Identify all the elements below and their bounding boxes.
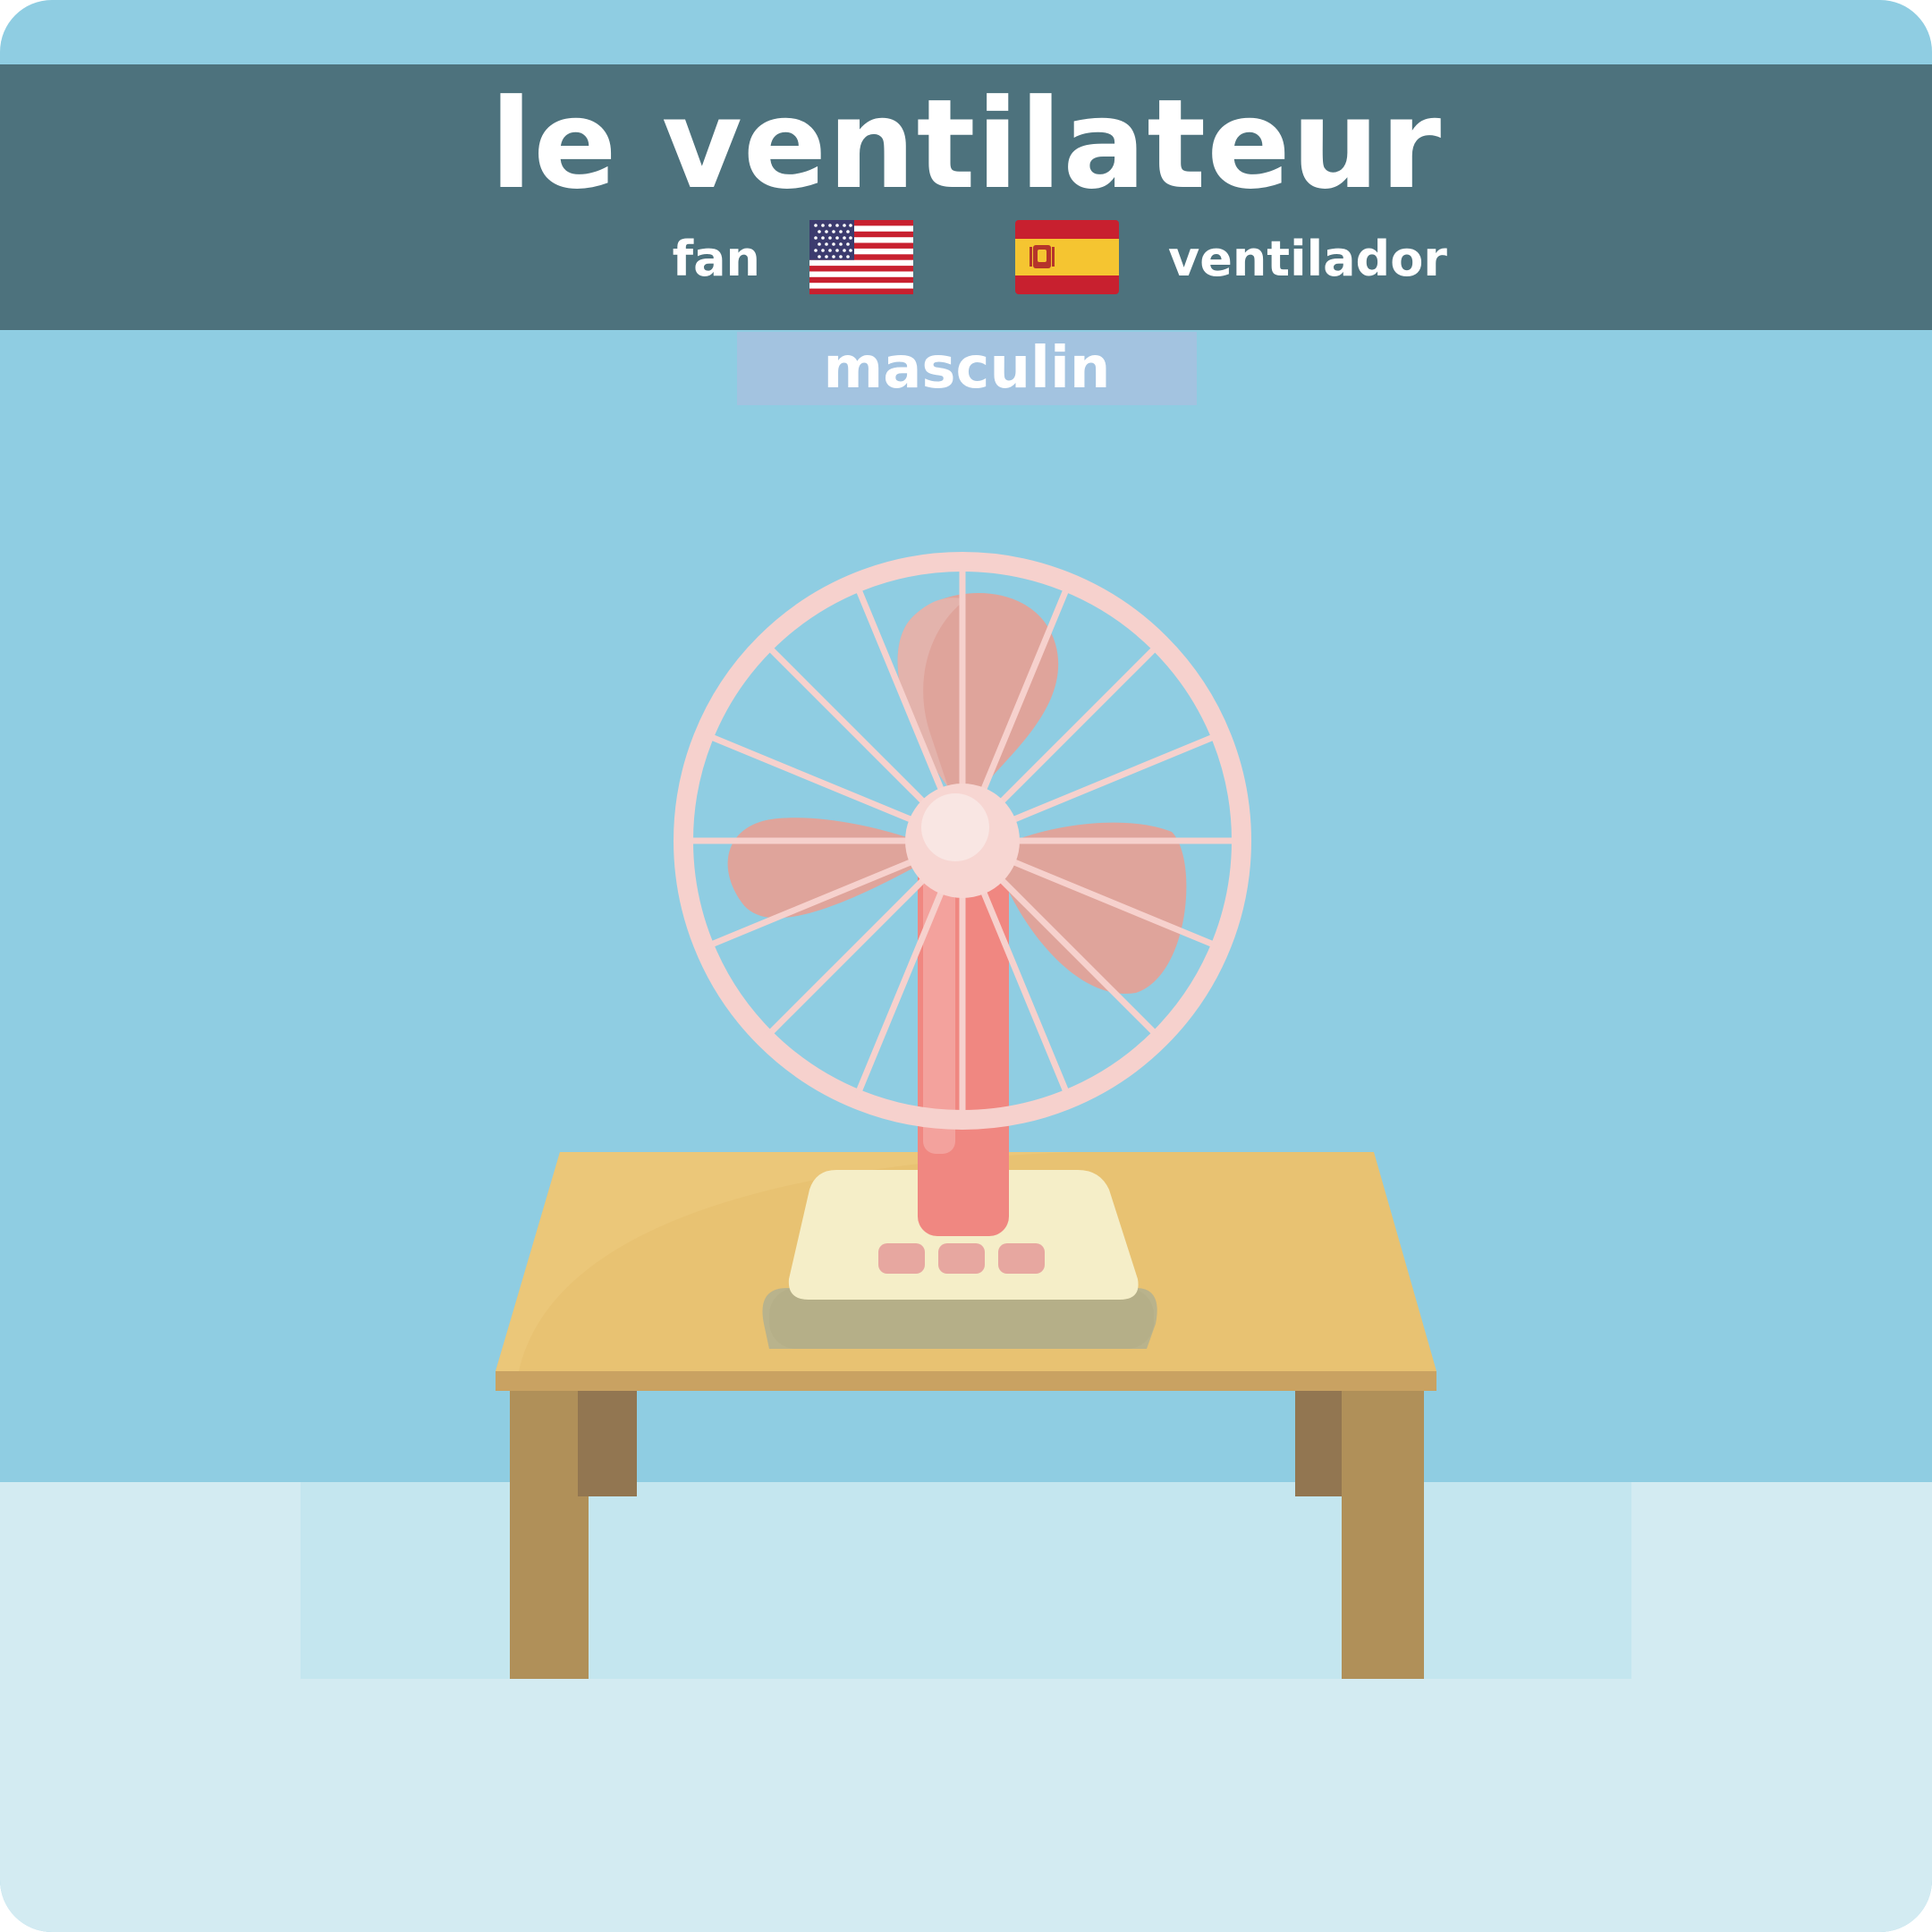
word-title: le ventilateur <box>489 72 1443 216</box>
translation-english: fan <box>672 231 760 287</box>
us-flag-icon <box>809 220 913 294</box>
flashcard: le ventilateur fan ventilador masculin <box>0 0 1932 1932</box>
spain-flag-icon <box>1015 220 1119 294</box>
translation-spanish: ventilador <box>1168 231 1447 287</box>
gender-badge: masculin <box>737 332 1197 405</box>
